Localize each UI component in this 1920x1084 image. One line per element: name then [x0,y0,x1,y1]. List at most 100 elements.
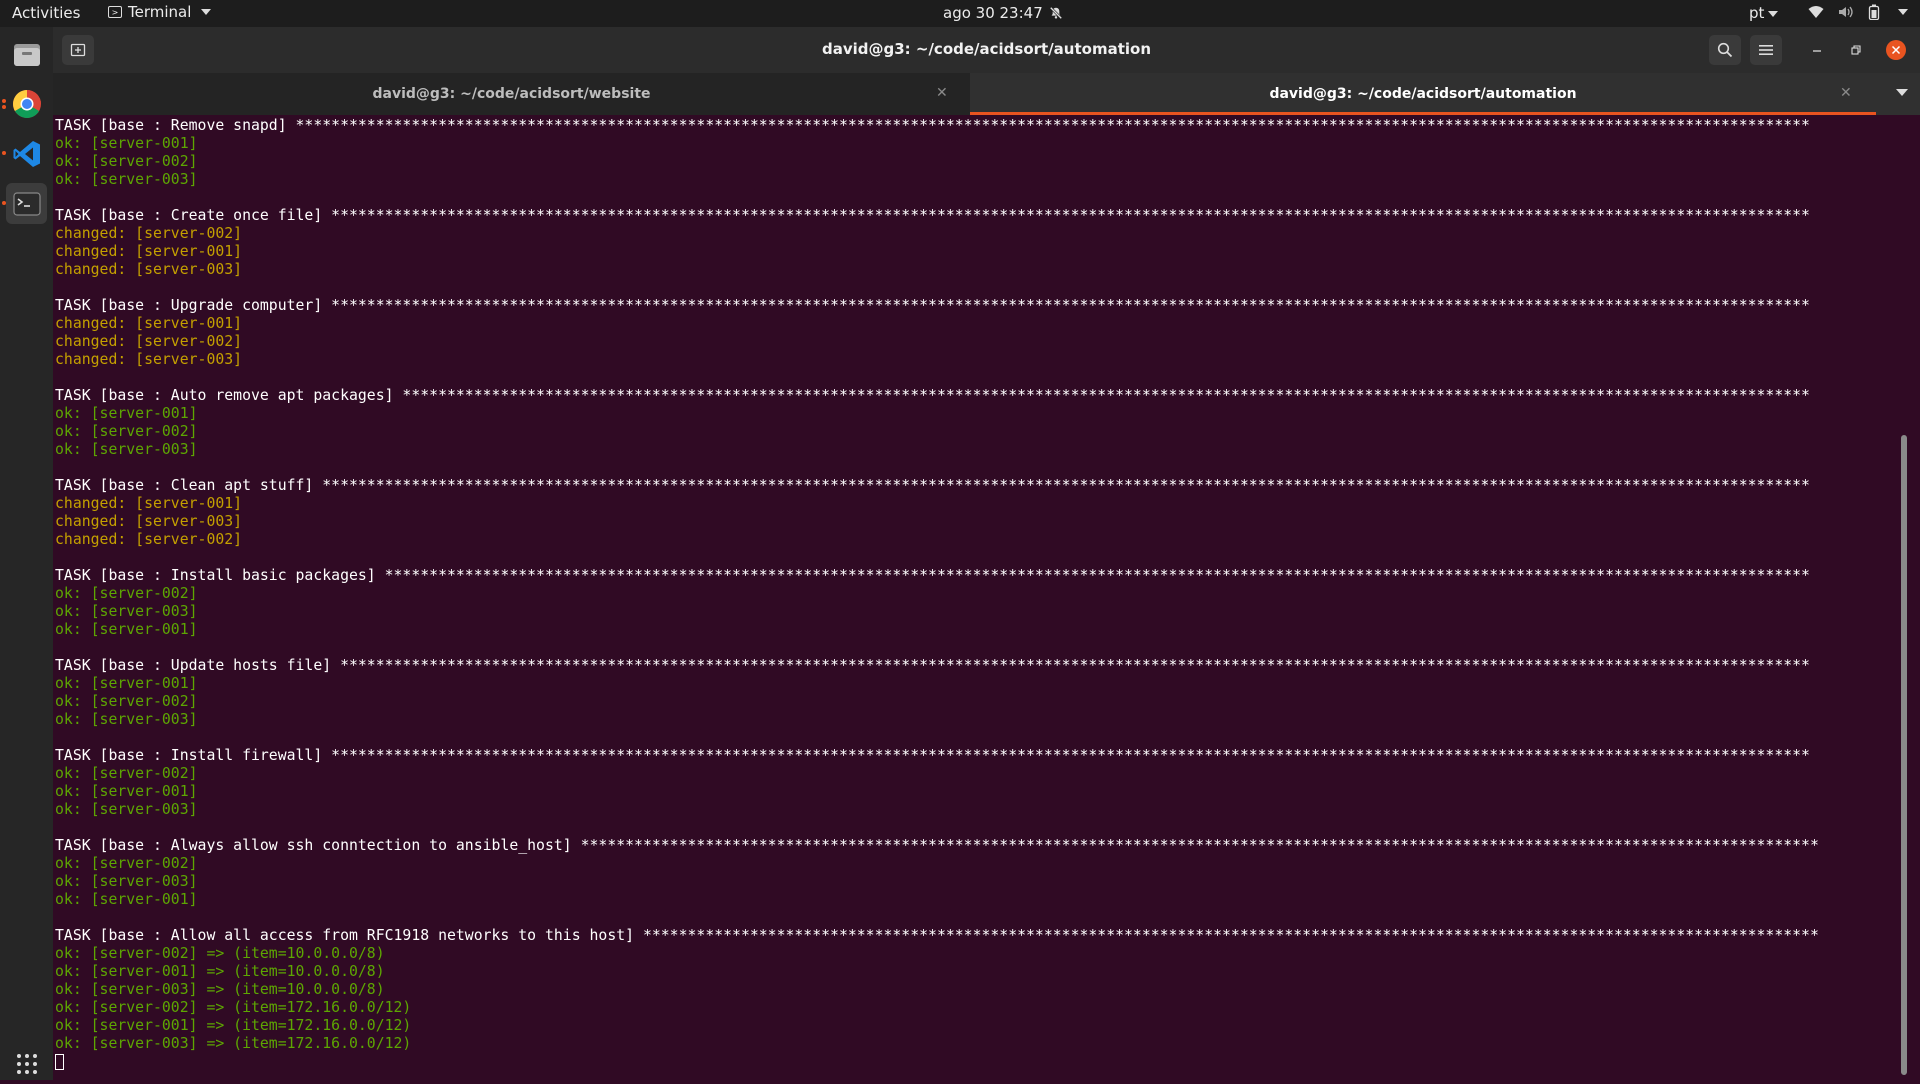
task-header-line: TASK [base : Allow all access from RFC19… [55,927,1819,944]
minimize-icon [1813,50,1821,52]
result-line: ok: [server-001] [55,783,198,800]
clock[interactable]: ago 30 23:47 [943,4,1063,22]
result-line: ok: [server-002] [55,423,198,440]
prompt-line[interactable] [55,1053,1819,1071]
tab-automation[interactable]: david@g3: ~/code/acidsort/automation ✕ [970,73,1920,115]
result-line: ok: [server-003] [55,603,198,620]
window-title: david@g3: ~/code/acidsort/automation [821,40,1152,58]
tab-website[interactable]: david@g3: ~/code/acidsort/website ✕ [53,73,970,115]
result-line: ok: [server-002] [55,585,198,602]
task-header-line: TASK [base : Auto remove apt packages] *… [55,387,1810,404]
result-line: ok: [server-002] [55,765,198,782]
result-line: changed: [server-001] [55,243,243,260]
battery-icon [1868,4,1880,20]
result-line: changed: [server-003] [55,261,243,278]
task-header-line: TASK [base : Clean apt stuff] **********… [55,477,1810,494]
dock-chrome[interactable] [6,83,47,124]
result-line: changed: [server-002] [55,531,243,548]
result-line: changed: [server-001] [55,495,243,512]
system-tray[interactable] [1808,4,1908,20]
minimize-button[interactable] [1807,40,1827,60]
result-line: ok: [server-001] => (item=172.16.0.0/12) [55,1017,412,1034]
result-line: changed: [server-003] [55,513,243,530]
close-tab-icon[interactable]: ✕ [1840,85,1852,101]
terminal-icon: > [108,6,122,18]
task-header-line: TASK [base : Upgrade computer] *********… [55,297,1810,314]
result-line: ok: [server-001] [55,621,198,638]
task-header-line: TASK [base : Remove snapd] *************… [55,117,1810,134]
dock-vscode[interactable] [6,133,47,174]
task-header-line: TASK [base : Install basic packages] ***… [55,567,1810,584]
search-icon [1717,42,1733,58]
chevron-down-icon [201,9,212,15]
result-line: changed: [server-002] [55,333,243,350]
result-line: ok: [server-002] [55,855,198,872]
menu-button[interactable] [1750,35,1782,65]
scrollbar[interactable] [1901,435,1907,1075]
hamburger-icon [1759,45,1773,55]
result-line: ok: [server-002] => (item=10.0.0.0/8) [55,945,385,962]
top-bar: Activities > Terminal ago 30 23:47 pt [0,0,1920,27]
close-tab-icon[interactable]: ✕ [936,85,948,101]
clock-label: ago 30 23:47 [943,4,1043,22]
close-window-button[interactable] [1886,40,1906,60]
result-line: ok: [server-002] => (item=172.16.0.0/12) [55,999,412,1016]
task-header-line: TASK [base : Always allow ssh conntectio… [55,837,1819,854]
app-menu[interactable]: > Terminal [108,3,212,21]
task-header-line: TASK [base : Update hosts file] ********… [55,657,1810,674]
result-line: ok: [server-003] [55,873,198,890]
chevron-down-icon [1898,9,1908,15]
vscode-icon [13,140,40,167]
tab-label: david@g3: ~/code/acidsort/website [372,86,651,102]
result-line: ok: [server-003] => (item=172.16.0.0/12) [55,1035,412,1052]
terminal-view[interactable]: TASK [base : Remove snapd] *************… [53,115,1908,1080]
result-line: ok: [server-003] [55,171,198,188]
volume-icon [1839,6,1853,18]
result-line: ok: [server-001] => (item=10.0.0.0/8) [55,963,385,980]
terminal-icon [12,191,41,216]
result-line: ok: [server-003] [55,711,198,728]
dock-terminal[interactable] [6,183,47,224]
tab-label: david@g3: ~/code/acidsort/automation [1269,86,1577,102]
close-icon [1891,45,1901,55]
app-grid-icon [16,1053,37,1074]
restore-icon [1851,45,1861,55]
dock [0,27,53,1080]
restore-button[interactable] [1846,40,1866,60]
files-icon [13,43,40,66]
app-menu-label: Terminal [128,3,192,21]
chevron-down-icon [1768,10,1779,17]
result-line: ok: [server-003] => (item=10.0.0.0/8) [55,981,385,998]
window-titlebar[interactable]: david@g3: ~/code/acidsort/automation [53,27,1920,73]
show-applications[interactable] [6,1043,47,1084]
chrome-icon [12,89,41,118]
result-line: ok: [server-001] [55,405,198,422]
result-line: ok: [server-001] [55,135,198,152]
terminal-output: TASK [base : Remove snapd] *************… [55,117,1819,1071]
result-line: ok: [server-001] [55,675,198,692]
result-line: ok: [server-002] [55,153,198,170]
wifi-icon [1808,6,1824,18]
dock-files[interactable] [6,33,47,74]
activities-button[interactable]: Activities [12,4,80,22]
result-line: changed: [server-003] [55,351,243,368]
result-line: changed: [server-002] [55,225,243,242]
result-line: ok: [server-003] [55,441,198,458]
notifications-off-icon [1049,6,1062,20]
tab-bar: david@g3: ~/code/acidsort/website ✕ davi… [53,73,1920,115]
keyboard-layout-label: pt [1749,4,1765,22]
search-button[interactable] [1709,35,1741,65]
cursor [55,1054,64,1070]
task-header-line: TASK [base : Install firewall] *********… [55,747,1810,764]
tab-list-chevron-down-icon[interactable] [1896,89,1908,96]
keyboard-layout[interactable]: pt [1749,4,1779,22]
result-line: changed: [server-001] [55,315,243,332]
